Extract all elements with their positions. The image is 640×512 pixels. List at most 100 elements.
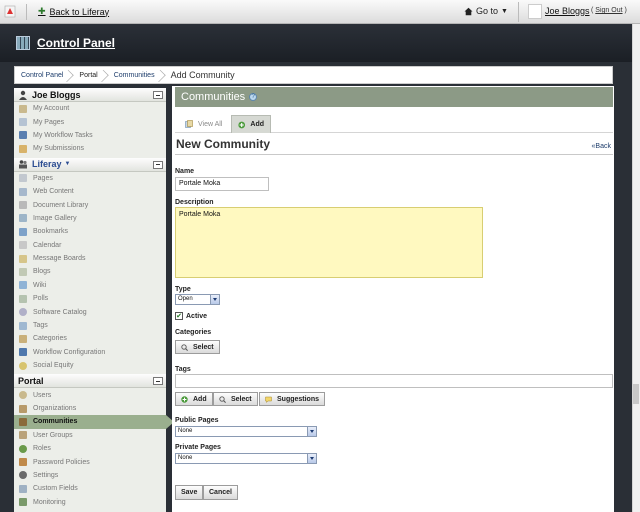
sidebar-item-my-workflow-tasks[interactable]: My Workflow Tasks (14, 129, 166, 142)
save-button[interactable]: Save (175, 485, 204, 500)
sidebar-item-settings[interactable]: Settings (14, 469, 166, 482)
cancel-label: Cancel (209, 489, 232, 496)
sidebar-item-communities[interactable]: Communities (14, 415, 174, 430)
sidebar-item-label: Organizations (33, 405, 77, 412)
sidebar-item-social-equity[interactable]: Social Equity (14, 359, 166, 372)
sidebar-item-wiki[interactable]: Wiki (14, 279, 166, 292)
liferay-logo-icon[interactable] (4, 5, 16, 18)
collapse-icon[interactable] (153, 91, 163, 99)
breadcrumb-portal[interactable]: Portal (73, 67, 107, 83)
add-icon (238, 121, 246, 128)
sidebar-item-users[interactable]: Users (14, 388, 166, 401)
sidebar-item-image-gallery[interactable]: Image Gallery (14, 212, 166, 225)
sidebar-item-label: Password Policies (33, 458, 90, 466)
sidebar-item-organizations[interactable]: Organizations (14, 402, 166, 415)
categories-select-button[interactable]: Select (175, 340, 220, 354)
sidebar-item-my-submissions[interactable]: My Submissions (14, 142, 166, 155)
tags-label: Tags (175, 366, 191, 373)
goto-label: Go to (476, 6, 499, 16)
image-gallery-icon (19, 214, 27, 223)
sign-out-link[interactable]: ( Sign Out ) (591, 7, 627, 14)
sidebar-item-label: Communities (33, 418, 78, 426)
public-pages-select[interactable]: None (175, 426, 317, 437)
tab-bar: View All Add (175, 115, 613, 133)
sidebar-item-monitoring[interactable]: Monitoring (14, 496, 166, 509)
view-all-icon (185, 120, 193, 128)
sidebar-item-web-content[interactable]: Web Content (14, 185, 166, 198)
chevron-down-icon[interactable]: ▼ (65, 161, 71, 167)
divider (175, 154, 613, 155)
sidebar-item-message-boards[interactable]: Message Boards (14, 252, 166, 265)
sidebar-section-liferay[interactable]: Liferay ▼ (14, 157, 166, 172)
sidebar-item-calendar[interactable]: Calendar (14, 239, 166, 252)
breadcrumb-control-panel[interactable]: Control Panel (15, 67, 73, 83)
breadcrumb-communities[interactable]: Communities (108, 67, 165, 83)
communities-icon (19, 417, 27, 426)
vertical-scrollbar[interactable] (632, 24, 640, 512)
back-link-label: Back to Liferay (49, 6, 110, 17)
avatar[interactable] (528, 4, 542, 19)
sidebar-item-software-catalog[interactable]: Software Catalog (14, 305, 166, 318)
tags-input[interactable] (175, 374, 613, 388)
sidebar-section-portal[interactable]: Portal (14, 374, 166, 389)
breadcrumb-add-community: Add Community (170, 70, 235, 80)
chevron-down-icon: ▼ (501, 7, 508, 15)
chevron-down-icon (307, 454, 316, 463)
tags-suggestions-label: Suggestions (277, 395, 320, 403)
scrollbar-thumb[interactable] (633, 384, 639, 404)
sidebar-item-bookmarks[interactable]: Bookmarks (14, 225, 166, 238)
sidebar-item-my-account[interactable]: My Account (14, 102, 166, 115)
help-icon[interactable]: ? (249, 93, 258, 101)
control-panel-icon (16, 36, 30, 50)
breadcrumb: Control Panel Portal Communities Add Com… (14, 66, 613, 84)
sidebar-item-label: User Groups (33, 431, 73, 439)
private-pages-select[interactable]: None (175, 453, 317, 464)
back-link[interactable]: «Back (592, 143, 611, 150)
cancel-button[interactable]: Cancel (203, 485, 238, 500)
dock-separator-2 (518, 2, 519, 22)
sidebar-item-label: Pages (33, 174, 53, 182)
pages-icon (19, 174, 27, 183)
page-title[interactable]: Control Panel (37, 36, 115, 50)
name-input[interactable]: Portale Moka (175, 177, 269, 191)
description-textarea[interactable]: Portale Moka (175, 207, 483, 278)
goto-menu[interactable]: Go to ▼ (464, 6, 508, 16)
calendar-icon (19, 241, 27, 250)
sidebar-item-label: Social Equity (33, 362, 74, 370)
tags-add-button[interactable]: Add (175, 392, 213, 406)
type-select[interactable]: Open (175, 294, 220, 305)
sidebar-item-document-library[interactable]: Document Library (14, 198, 166, 211)
tags-select-button[interactable]: Select (213, 392, 258, 406)
organizations-icon (19, 404, 27, 413)
sign-out-label: Sign Out (595, 7, 623, 14)
workflow-configuration-icon (19, 348, 27, 357)
sidebar-section-user[interactable]: Joe Bloggs (14, 88, 166, 102)
sidebar-item-polls[interactable]: Polls (14, 292, 166, 305)
submissions-icon (19, 144, 27, 153)
sidebar: Joe Bloggs My Account My Pages My Workfl… (14, 88, 174, 512)
user-name-link[interactable]: Joe Bloggs (545, 6, 590, 16)
portlet-title-bar: Communities ? (175, 87, 613, 107)
tab-view-all[interactable]: View All (179, 115, 228, 133)
sidebar-item-my-pages[interactable]: My Pages (14, 115, 166, 128)
collapse-icon[interactable] (153, 160, 163, 169)
sidebar-item-roles[interactable]: Roles (14, 442, 166, 455)
sidebar-item-categories[interactable]: Categories (14, 332, 166, 345)
blogs-icon (19, 267, 27, 276)
sidebar-item-label: Polls (33, 295, 49, 303)
message-boards-icon (19, 254, 27, 263)
back-to-liferay-link[interactable]: ✚ Back to Liferay (38, 6, 109, 17)
active-checkbox[interactable]: ✔ (175, 312, 183, 320)
sidebar-item-custom-fields[interactable]: Custom Fields (14, 482, 166, 495)
sidebar-item-user-groups[interactable]: User Groups (14, 429, 166, 442)
sidebar-item-workflow-configuration[interactable]: Workflow Configuration (14, 346, 166, 359)
tags-suggestions-button[interactable]: Suggestions (259, 392, 326, 406)
sidebar-item-password-policies[interactable]: Password Policies (14, 455, 166, 468)
collapse-icon[interactable] (153, 377, 163, 386)
save-label: Save (181, 489, 198, 496)
sidebar-item-label: Monitoring (33, 498, 66, 506)
sidebar-item-pages[interactable]: Pages (14, 172, 166, 185)
tab-add[interactable]: Add (231, 115, 271, 133)
sidebar-item-tags[interactable]: Tags (14, 319, 166, 332)
sidebar-item-blogs[interactable]: Blogs (14, 265, 166, 278)
